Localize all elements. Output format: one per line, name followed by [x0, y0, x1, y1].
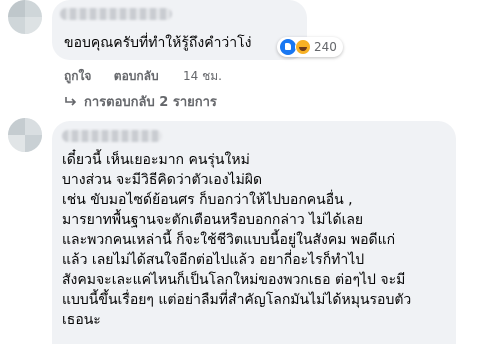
reply-arrow-icon — [65, 96, 77, 106]
comment-line: เดี๋ยวนี้ เห็นเยอะมาก คนรุ่นใหม่ — [62, 152, 250, 168]
comment-line: บางส่วน จะมีวิธีคิดว่าตัวเองไม่ผิด — [62, 172, 263, 188]
reply-link[interactable]: ตอบกลับ — [114, 69, 159, 83]
reaction-count: 240 — [314, 40, 337, 54]
like-link[interactable]: ถูกใจ — [64, 69, 91, 83]
comment-line: เช่น ขับมอไซด์ย้อนศร ก็บอกว่าให้ไปบอกคนอ… — [62, 192, 353, 208]
comment-line: แบบนี้ขึ้นเรื่อยๆ แต่อย่าลืมที่สำคัญโลกม… — [62, 292, 412, 308]
avatar[interactable] — [8, 118, 42, 152]
reaction-summary[interactable]: 240 — [277, 37, 343, 57]
avatar[interactable] — [8, 0, 42, 34]
comment-line: มารยาทพื้นฐานจะตักเตือนหรือบอกกล่าว ไม่ไ… — [62, 212, 364, 228]
timestamp[interactable]: 14 ชม. — [183, 69, 222, 83]
haha-reaction-icon — [295, 39, 311, 55]
comment-text: ขอบคุณครับที่ทำให้รู้ถึงคำว่าโง่ — [64, 35, 252, 51]
replies-label: การตอบกลับ 2 รายการ — [84, 95, 217, 110]
comment-line: เธอนะ — [62, 312, 101, 328]
comment-line: สังคมจะเละแค่ไหนก็เป็นโลกใหม่ของพวกเธอ ต… — [62, 272, 406, 288]
view-replies-link[interactable]: การตอบกลับ 2 รายการ — [64, 91, 217, 112]
comment-actions: ถูกใจ ตอบกลับ 14 ชม. — [64, 67, 222, 86]
like-reaction-icon — [280, 39, 296, 55]
comment-line: และพวกคนเหล่านี้ ก็จะใช้ชีวิตแบบนี้อยู่ใ… — [62, 232, 396, 248]
comment-line: แล้ว เลยไม่ได้สนใจอีกต่อไปแล้ว อยากี่อะไ… — [62, 252, 365, 268]
commenter-name[interactable] — [62, 130, 162, 142]
